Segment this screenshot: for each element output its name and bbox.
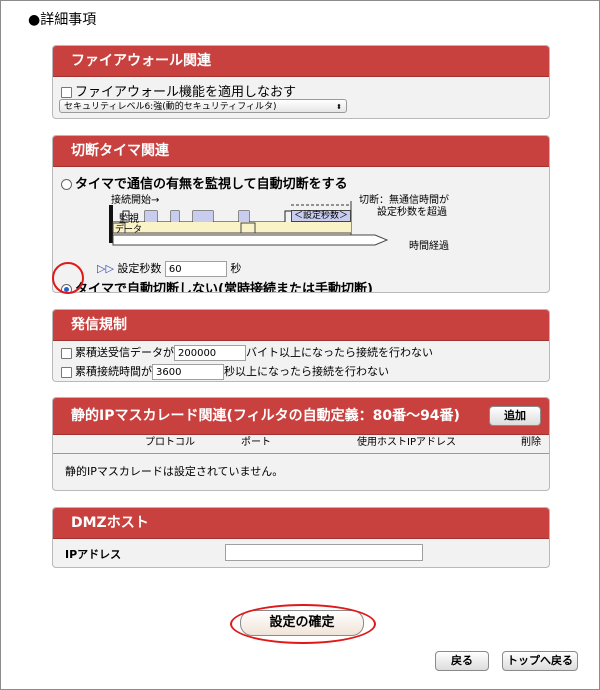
static-ip-title: 静的IPマスカレード関連(フィルタの自動定義：80番〜94番)	[71, 408, 460, 424]
static-ip-panel: 静的IPマスカレード関連(フィルタの自動定義：80番〜94番) 追加 プロトコル…	[52, 397, 550, 491]
outgoing-limit-panel: 発信規制 累積送受信データが 200000 バイト以上になったら接続を行わない 累積…	[52, 309, 550, 382]
content-frame: ●詳細事項 ファイアウォール関連 ファイアウォール機能を適用しなおす セキュリテ…	[0, 0, 600, 690]
page-title: ●詳細事項	[28, 12, 97, 28]
data-limit-prefix: 累積送受信データが	[75, 346, 174, 359]
security-level-value: セキュリティレベル6:強(動的セキュリティフィルタ)	[64, 102, 277, 112]
security-level-select[interactable]: セキュリティレベル6:強(動的セキュリティフィルタ) ⬍	[59, 99, 347, 113]
diagram-elapsed: 時間経過	[409, 241, 449, 252]
firewall-panel: ファイアウォール関連 ファイアウォール機能を適用しなおす セキュリティレベル6:…	[52, 45, 550, 119]
timer-monitor-label: タイマで通信の有無を監視して自動切断をする	[75, 177, 348, 192]
timer-diagram-graphic	[109, 201, 389, 246]
seconds-row: ▷▷ 設定秒数 60 秒	[97, 260, 241, 277]
static-ip-empty-message: 静的IPマスカレードは設定されていません。	[65, 465, 284, 478]
disconnect-timer-header: 切断タイマ関連	[53, 136, 549, 167]
time-limit-checkbox[interactable]	[61, 366, 72, 378]
firewall-reapply-row: ファイアウォール機能を適用しなおす	[61, 81, 296, 100]
add-button[interactable]: 追加	[489, 406, 541, 426]
seconds-label: 設定秒数	[117, 262, 162, 275]
highlight-circle-radio	[52, 262, 84, 294]
firewall-reapply-checkbox[interactable]	[61, 87, 72, 98]
select-arrows-icon: ⬍	[336, 103, 342, 111]
seconds-input[interactable]: 60	[164, 261, 227, 277]
dmz-ip-input[interactable]	[225, 544, 423, 561]
diagram-set-seconds: ＜設定秒数＞	[291, 210, 352, 222]
data-limit-checkbox[interactable]	[61, 347, 72, 359]
column-port: ポート	[241, 437, 271, 448]
highlight-ellipse-confirm	[230, 604, 376, 644]
outgoing-limit-header: 発信規制	[53, 310, 549, 341]
timer-no-timer-option[interactable]: タイマで自動切断しない(常時接続または手動切断)	[61, 278, 373, 293]
time-limit-row: 累積接続時間が 3600 秒以上になったら接続を行わない	[61, 363, 389, 380]
top-button[interactable]: トップへ戻る	[502, 651, 578, 671]
firewall-reapply-label: ファイアウォール機能を適用しなおす	[75, 85, 297, 100]
data-limit-suffix: バイト以上になったら接続を行わない	[246, 346, 433, 359]
time-limit-input[interactable]: 3600	[152, 364, 224, 380]
timer-monitor-option[interactable]: タイマで通信の有無を監視して自動切断をする	[61, 173, 348, 192]
diagram-data: データ	[115, 225, 143, 235]
seconds-unit: 秒	[230, 262, 242, 275]
time-limit-prefix: 累積接続時間が	[75, 365, 152, 378]
play-arrows-icon: ▷▷	[97, 262, 114, 275]
dmz-ip-label: IPアドレス	[65, 548, 122, 561]
dmz-panel: DMZホスト IPアドレス	[52, 507, 550, 568]
static-ip-header: 静的IPマスカレード関連(フィルタの自動定義：80番〜94番) 追加	[53, 398, 549, 435]
time-limit-suffix: 秒以上になったら接続を行わない	[224, 365, 389, 378]
dmz-header: DMZホスト	[53, 508, 549, 539]
column-host-ip: 使用ホストIPアドレス	[357, 437, 456, 448]
timer-monitor-radio[interactable]	[61, 179, 72, 190]
timer-diagram: 接続開始→ 切断：無通信時間が 設定秒数を超過 監視 データ ＜設定秒数＞ 時間…	[105, 191, 451, 253]
data-limit-row: 累積送受信データが 200000 バイト以上になったら接続を行わない	[61, 344, 433, 361]
back-button[interactable]: 戻る	[435, 651, 489, 671]
firewall-header: ファイアウォール関連	[53, 46, 549, 77]
timer-no-timer-label: タイマで自動切断しない(常時接続または手動切断)	[75, 282, 373, 293]
static-ip-table-header: プロトコル ポート 使用ホストIPアドレス 削除	[53, 435, 549, 454]
column-protocol: プロトコル	[145, 437, 195, 448]
column-delete: 削除	[521, 437, 541, 448]
disconnect-timer-panel: 切断タイマ関連 タイマで通信の有無を監視して自動切断をする 接続開始→ 切断：無…	[52, 135, 550, 293]
data-limit-input[interactable]: 200000	[174, 345, 246, 361]
